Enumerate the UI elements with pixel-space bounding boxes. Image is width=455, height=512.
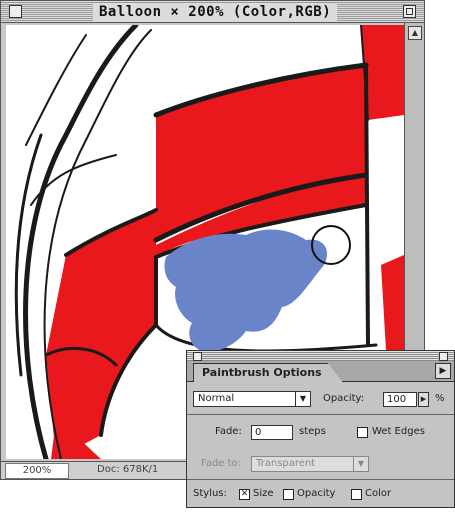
palette-menu-arrow-icon[interactable]: ▶ xyxy=(435,363,451,379)
palette-close-icon[interactable] xyxy=(193,352,202,361)
stylus-opacity-checkbox[interactable] xyxy=(283,489,294,500)
stylus-label: Stylus: xyxy=(193,488,227,499)
palette-divider xyxy=(187,479,454,480)
opacity-label: Opacity: xyxy=(323,393,365,404)
blend-mode-value: Normal xyxy=(198,393,235,404)
status-bar: 200% Doc: 678K/1 xyxy=(1,461,187,479)
opacity-slider-arrow-icon[interactable]: ▶ xyxy=(418,392,429,407)
stylus-color-label: Color xyxy=(365,488,392,499)
tab-paintbrush-options[interactable]: Paintbrush Options xyxy=(193,363,343,382)
zoom-box-icon[interactable] xyxy=(403,5,416,18)
chevron-down-icon: ▼ xyxy=(353,457,368,471)
doc-size-readout[interactable]: Doc: 678K/1 xyxy=(97,464,158,475)
fade-to-label: Fade to: xyxy=(201,458,242,469)
blend-mode-select[interactable]: Normal ▼ xyxy=(193,391,311,407)
palette-tab-row: Paintbrush Options ▶ xyxy=(187,361,454,382)
opacity-input[interactable]: 100 xyxy=(383,392,417,407)
blue-brush-stroke xyxy=(164,229,328,352)
red-stripe-right-bottom xyxy=(381,255,404,355)
fade-steps-unit: steps xyxy=(299,426,326,437)
palette-collapse-icon[interactable] xyxy=(439,352,448,361)
chevron-down-icon: ▼ xyxy=(295,392,310,406)
fade-to-select[interactable]: Transparent ▼ xyxy=(251,456,369,472)
fade-steps-input[interactable]: 0 xyxy=(251,425,293,440)
scroll-up-arrow-icon[interactable]: ▲ xyxy=(408,26,422,40)
stylus-opacity-label: Opacity xyxy=(297,488,336,499)
opacity-unit: % xyxy=(435,393,445,404)
fade-label: Fade: xyxy=(215,426,242,437)
title-bar[interactable]: Balloon × 200% (Color,RGB) xyxy=(1,1,424,23)
zoom-level-field[interactable]: 200% xyxy=(5,463,69,479)
stylus-size-checkbox[interactable]: ✕ xyxy=(239,489,250,500)
stylus-color-checkbox[interactable] xyxy=(351,489,362,500)
wet-edges-checkbox[interactable] xyxy=(357,427,368,438)
fade-to-value: Transparent xyxy=(256,458,316,469)
wet-edges-label: Wet Edges xyxy=(372,426,425,437)
close-box-icon[interactable] xyxy=(9,5,22,18)
palette-divider xyxy=(187,414,454,415)
stylus-size-label: Size xyxy=(253,488,274,499)
paintbrush-options-palette: Paintbrush Options ▶ Normal ▼ Opacity: 1… xyxy=(186,350,455,508)
window-title: Balloon × 200% (Color,RGB) xyxy=(93,3,338,21)
